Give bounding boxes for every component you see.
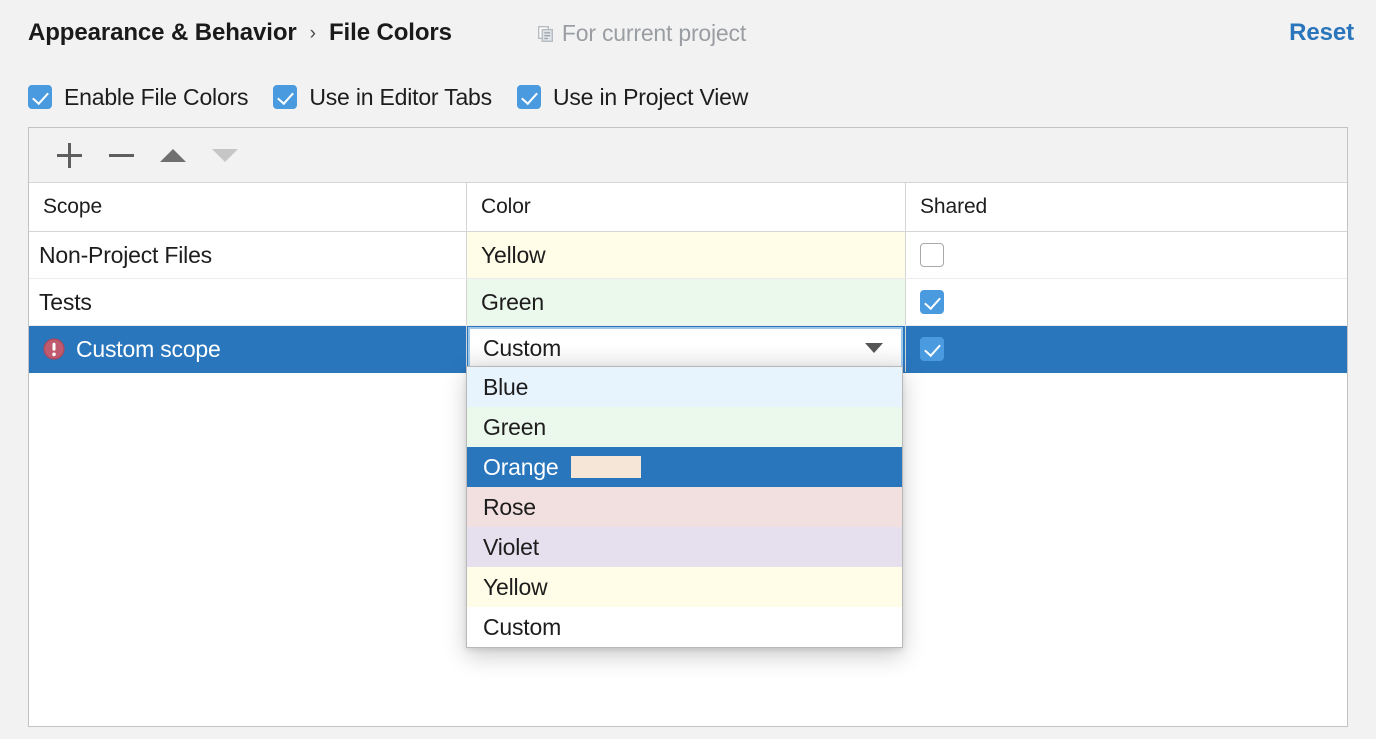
settings-header: Appearance & Behavior › File Colors For … [0, 0, 1376, 66]
minus-icon [109, 143, 134, 168]
move-down-button [199, 132, 251, 178]
checkbox-use-in-project-view[interactable] [517, 85, 541, 109]
chevron-down-icon[interactable] [865, 343, 883, 353]
table-toolbar [29, 128, 1347, 183]
dropdown-item-label: Yellow [483, 574, 547, 601]
breadcrumb-item-category[interactable]: Appearance & Behavior [28, 19, 297, 47]
option-enable-file-colors[interactable]: Enable File Colors [28, 84, 248, 111]
checkbox-shared[interactable] [920, 243, 944, 267]
color-dropdown-popup[interactable]: Blue Green Orange Rose Violet Yellow Cus… [466, 366, 903, 648]
file-colors-table: Scope Color Shared Non-Project Files Yel… [29, 183, 1347, 373]
dropdown-item-yellow[interactable]: Yellow [467, 567, 902, 607]
move-up-button[interactable] [147, 132, 199, 178]
checkbox-enable-file-colors[interactable] [28, 85, 52, 109]
cell-color[interactable]: Yellow [466, 232, 905, 278]
cell-scope: Tests [29, 279, 466, 325]
table-header-row: Scope Color Shared [29, 183, 1347, 232]
option-label-use-in-editor-tabs: Use in Editor Tabs [309, 84, 492, 111]
option-use-in-editor-tabs[interactable]: Use in Editor Tabs [273, 84, 492, 111]
dropdown-item-rose[interactable]: Rose [467, 487, 902, 527]
plus-icon [57, 143, 82, 168]
cell-shared[interactable] [905, 279, 1347, 325]
project-scope-label: For current project [562, 20, 746, 47]
column-header-scope[interactable]: Scope [29, 183, 466, 231]
table-row[interactable]: Non-Project Files Yellow [29, 232, 1347, 279]
dropdown-item-orange[interactable]: Orange [467, 447, 902, 487]
checkbox-shared[interactable] [920, 290, 944, 314]
dropdown-item-custom[interactable]: Custom [467, 607, 902, 647]
dropdown-item-label: Green [483, 414, 546, 441]
breadcrumb: Appearance & Behavior › File Colors [28, 19, 452, 47]
cell-shared[interactable] [905, 232, 1347, 278]
option-label-use-in-project-view: Use in Project View [553, 84, 748, 111]
arrow-down-icon [212, 149, 238, 162]
cell-scope: Non-Project Files [29, 232, 466, 278]
error-circle-icon [43, 338, 65, 360]
file-colors-options: Enable File Colors Use in Editor Tabs Us… [28, 78, 748, 116]
checkbox-use-in-editor-tabs[interactable] [273, 85, 297, 109]
option-use-in-project-view[interactable]: Use in Project View [517, 84, 748, 111]
breadcrumb-separator-icon: › [310, 23, 316, 45]
project-scope-indicator: For current project [538, 20, 746, 47]
dropdown-item-blue[interactable]: Blue [467, 367, 902, 407]
color-combobox-value: Custom [470, 335, 561, 362]
dropdown-item-label: Blue [483, 374, 528, 401]
cell-scope-label: Custom scope [76, 336, 221, 363]
add-scope-button[interactable] [43, 132, 95, 178]
dropdown-item-violet[interactable]: Violet [467, 527, 902, 567]
copy-document-icon [538, 26, 553, 42]
cell-color[interactable]: Green [466, 279, 905, 325]
color-combobox[interactable]: Custom [468, 327, 903, 369]
checkbox-shared[interactable] [920, 337, 944, 361]
remove-scope-button[interactable] [95, 132, 147, 178]
reset-link[interactable]: Reset [1289, 19, 1354, 47]
dropdown-item-label: Orange [483, 454, 559, 481]
dropdown-item-label: Custom [483, 614, 561, 641]
arrow-up-icon [160, 149, 186, 162]
cell-scope: Custom scope [29, 326, 466, 372]
cell-shared[interactable] [905, 326, 1347, 372]
breadcrumb-item-page: File Colors [329, 19, 452, 47]
dropdown-item-green[interactable]: Green [467, 407, 902, 447]
column-header-shared[interactable]: Shared [905, 183, 1347, 231]
column-header-color[interactable]: Color [466, 183, 905, 231]
option-label-enable-file-colors: Enable File Colors [64, 84, 248, 111]
dropdown-item-label: Rose [483, 494, 536, 521]
color-swatch-orange [571, 456, 641, 478]
dropdown-item-label: Violet [483, 534, 539, 561]
table-row[interactable]: Tests Green [29, 279, 1347, 326]
